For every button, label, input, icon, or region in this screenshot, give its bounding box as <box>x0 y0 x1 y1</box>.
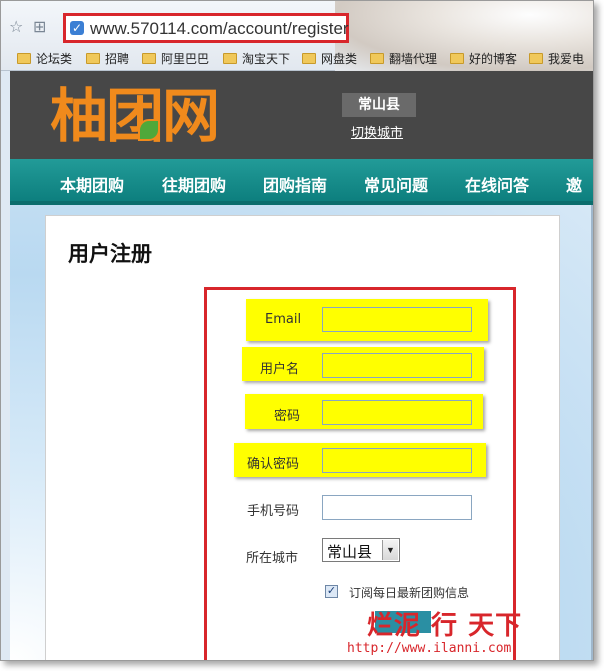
nav-item-invite[interactable]: 邀 <box>566 172 582 196</box>
bookmark-item[interactable]: 论坛类 <box>17 50 72 67</box>
password-field[interactable] <box>322 400 472 425</box>
phone-label: 手机号码 <box>247 504 300 519</box>
folder-icon <box>17 53 31 64</box>
nav-item-online-qa[interactable]: 在线问答 <box>465 172 529 196</box>
folder-icon <box>450 53 464 64</box>
browser-toolbar: ☆ ⊞ ✓ www.570114.com/account/register 论坛… <box>1 1 593 71</box>
email-field[interactable] <box>322 307 472 332</box>
bookmark-item[interactable]: 翻墙代理 <box>370 50 437 67</box>
nav-item-past-deals[interactable]: 往期团购 <box>162 172 226 196</box>
confirm-password-field[interactable] <box>322 448 472 473</box>
username-field[interactable] <box>322 353 472 378</box>
bookmarks-bar: 论坛类 招聘 阿里巴巴 淘宝天下 网盘类 翻墙代理 好的博客 我爱电 <box>1 47 593 69</box>
shield-icon: ✓ <box>70 21 84 35</box>
city-select-value: 常山县 <box>327 543 373 561</box>
nav-item-current-deals[interactable]: 本期团购 <box>60 172 124 196</box>
page-title: 用户注册 <box>68 242 152 266</box>
subscribe-checkbox[interactable]: ✓ <box>325 585 338 598</box>
city-label: 所在城市 <box>246 551 299 566</box>
bookmark-item[interactable]: 阿里巴巴 <box>142 50 209 67</box>
watermark-url: http://www.ilanni.com <box>347 641 512 656</box>
bookmark-item[interactable]: 好的博客 <box>450 50 517 67</box>
star-icon[interactable]: ☆ <box>9 17 23 37</box>
bookmark-item[interactable]: 招聘 <box>86 50 129 67</box>
email-label: Email <box>265 312 302 327</box>
switch-city-link[interactable]: 切换城市 <box>351 122 403 141</box>
password-label: 密码 <box>274 409 301 424</box>
watermark: 烂泥 行 天下 http://www.ilanni.com <box>341 599 591 659</box>
screenshot-frame: ☆ ⊞ ✓ www.570114.com/account/register 论坛… <box>0 0 594 661</box>
phone-field[interactable] <box>322 495 472 520</box>
bookmark-item[interactable]: 网盘类 <box>302 50 357 67</box>
page-edge <box>591 205 593 660</box>
folder-icon <box>529 53 543 64</box>
site-logo[interactable]: 柚团网 <box>50 81 220 151</box>
folder-icon <box>223 53 237 64</box>
folder-icon <box>86 53 100 64</box>
leaf-icon <box>138 119 160 141</box>
bookmark-item[interactable]: 淘宝天下 <box>223 50 290 67</box>
address-url[interactable]: www.570114.com/account/register <box>90 19 349 39</box>
site-header: 柚团网 常山县 切换城市 <box>10 71 593 159</box>
watermark-text: 烂泥 行 天下 <box>367 611 523 641</box>
nav-item-guide[interactable]: 团购指南 <box>263 172 327 196</box>
folder-icon <box>302 53 316 64</box>
current-city-badge: 常山县 <box>342 93 416 117</box>
bookmark-item[interactable]: 我爱电 <box>529 50 584 67</box>
main-nav: 本期团购 往期团购 团购指南 常见问题 在线问答 邀 <box>10 159 593 205</box>
nav-item-faq[interactable]: 常见问题 <box>364 172 428 196</box>
city-select[interactable]: 常山县 ▼ <box>322 538 400 562</box>
grid-icon[interactable]: ⊞ <box>33 17 46 37</box>
address-bar[interactable]: ✓ www.570114.com/account/register <box>63 13 349 43</box>
confirm-password-label: 确认密码 <box>247 457 300 472</box>
chevron-down-icon[interactable]: ▼ <box>382 540 398 560</box>
username-label: 用户名 <box>260 362 300 377</box>
folder-icon <box>142 53 156 64</box>
folder-icon <box>370 53 384 64</box>
